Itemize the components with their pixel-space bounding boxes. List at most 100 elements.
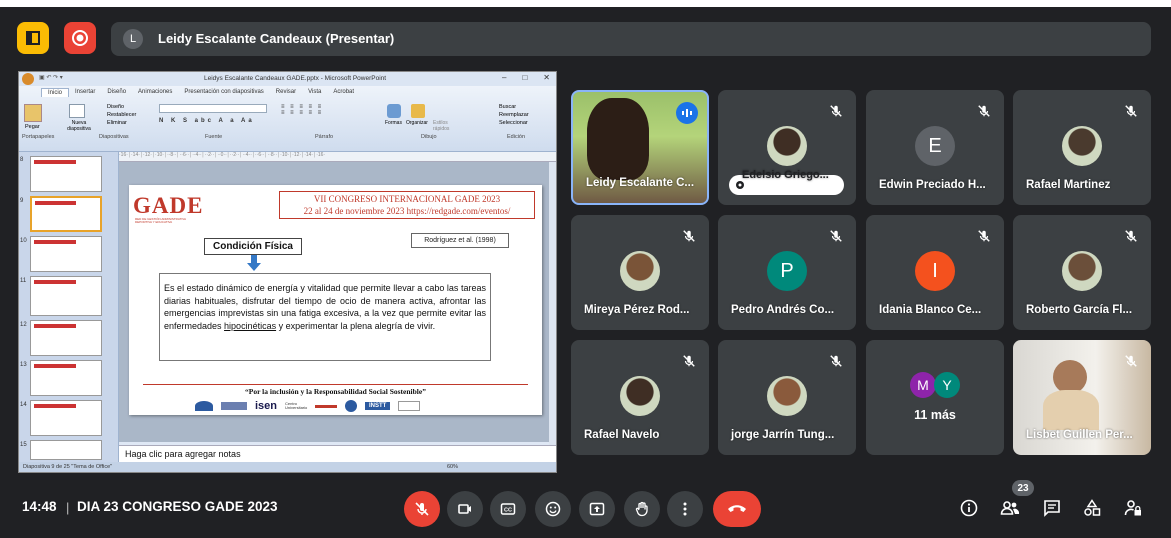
people-icon — [1000, 501, 1020, 515]
zoom-level[interactable]: 60% — [447, 464, 458, 470]
status-text: Diapositiva 9 de 25 "Tema de Office" — [23, 464, 113, 470]
participant-tile[interactable]: Lisbet Guillen Per... — [1013, 340, 1151, 455]
arrange-icon[interactable] — [411, 104, 425, 118]
tab-vista[interactable]: Vista — [302, 88, 327, 97]
sponsor-logo-icon — [345, 400, 358, 412]
office-button-icon[interactable] — [22, 73, 34, 85]
participant-tile[interactable]: E Edwin Preciado H... — [866, 90, 1004, 205]
mic-muted-badge — [678, 225, 700, 247]
presenter-avatar: L — [123, 29, 143, 49]
raise-hand-button[interactable] — [624, 491, 660, 527]
participant-tile[interactable]: Leidy Escalante C... — [571, 90, 709, 205]
sponsor-logo-icon — [315, 404, 338, 408]
paste-icon[interactable] — [24, 104, 42, 122]
reactions-button[interactable] — [535, 491, 571, 527]
present-button[interactable] — [579, 491, 615, 527]
ppt-titlebar: ▣ ↶ ↷ ▾ Leidys Escalante Candeaux GADE.p… — [19, 72, 556, 86]
slide-thumbnail[interactable] — [30, 440, 102, 460]
more-participants-tile[interactable]: M Y 11 más — [866, 340, 1004, 455]
arrange-label[interactable]: Organizar — [406, 120, 428, 126]
avatar: P — [767, 251, 807, 291]
slide-thumbnail-selected[interactable] — [30, 196, 102, 232]
tab-acrobat[interactable]: Acrobat — [327, 88, 360, 97]
activities-button[interactable] — [1081, 497, 1103, 519]
participant-name: Edelsio Griego... — [742, 169, 829, 181]
slide-canvas[interactable]: GADE RED DE GESTIÓN ADMINISTRATIVA DEPOR… — [129, 185, 542, 415]
mic-off-icon — [683, 355, 695, 367]
slide-thumbnail[interactable] — [30, 276, 102, 316]
avatar: M — [910, 372, 936, 398]
chat-button[interactable] — [1041, 497, 1063, 519]
presenting-label: Leidy Escalante Candeaux (Presentar) — [158, 31, 395, 46]
tab-diseno[interactable]: Diseño — [101, 88, 132, 97]
leave-call-button[interactable] — [713, 491, 761, 527]
participant-tile[interactable]: jorge Jarrín Tung... — [718, 340, 856, 455]
tab-inicio[interactable]: Inicio — [41, 88, 70, 97]
slide-thumbnail[interactable] — [30, 320, 102, 356]
hang-up-icon — [728, 505, 746, 512]
paste-label[interactable]: Pegar — [25, 124, 40, 130]
mic-muted-badge — [825, 100, 847, 122]
shapes-label[interactable]: Formas — [385, 120, 402, 126]
slide-workarea[interactable]: GADE RED DE GESTIÓN ADMINISTRATIVA DEPOR… — [119, 162, 556, 442]
shapes-icon[interactable] — [387, 104, 401, 118]
record-icon — [72, 30, 88, 46]
meeting-details-button[interactable] — [958, 497, 980, 519]
participant-tile[interactable]: Mireya Pérez Rod... — [571, 215, 709, 330]
notes-pane[interactable]: Haga clic para agregar notas — [119, 445, 556, 462]
tab-presentacion[interactable]: Presentación con diapositivas — [178, 88, 269, 97]
ribbon-tabs[interactable]: Inicio Insertar Diseño Animaciones Prese… — [41, 88, 360, 97]
mic-button[interactable] — [404, 491, 440, 527]
group-dibujo: Dibujo — [421, 134, 437, 140]
participant-tile[interactable]: P Pedro Andrés Co... — [718, 215, 856, 330]
host-controls-button[interactable] — [1122, 497, 1144, 519]
camera-button[interactable] — [447, 491, 483, 527]
down-arrow-icon — [247, 255, 261, 271]
participant-tile[interactable]: Edelsio Griego... — [718, 90, 856, 205]
new-slide-icon[interactable] — [69, 104, 85, 118]
participant-tile[interactable]: Rafael Martinez — [1013, 90, 1151, 205]
tab-animaciones[interactable]: Animaciones — [132, 88, 178, 97]
new-slide-label[interactable]: Nueva diapositiva — [63, 120, 95, 132]
select-button: Seleccionar — [499, 120, 528, 126]
avatar: Y — [934, 372, 960, 398]
mic-off-icon — [830, 230, 842, 242]
participant-tile[interactable]: I Idania Blanco Ce... — [866, 215, 1004, 330]
tab-insertar[interactable]: Insertar — [69, 88, 101, 97]
sponsor-logos: isen Centro Universitario INSTT — [195, 399, 485, 413]
participant-name: Mireya Pérez Rod... — [584, 304, 690, 316]
window-controls[interactable]: – □ ✕ — [502, 73, 550, 82]
sponsor-instt: INSTT — [365, 402, 391, 410]
shared-screen-powerpoint[interactable]: ▣ ↶ ↷ ▾ Leidys Escalante Candeaux GADE.p… — [18, 71, 557, 473]
panel-toggle-button[interactable] — [17, 22, 49, 54]
quick-styles-label[interactable]: Estilos rápidos — [433, 120, 459, 132]
record-button[interactable] — [64, 22, 96, 54]
people-button[interactable] — [999, 497, 1021, 519]
quick-access-icons[interactable]: ▣ ↶ ↷ ▾ — [39, 74, 63, 81]
participant-name-pill: Edelsio Griego... — [729, 169, 844, 195]
participant-tile[interactable]: Roberto García Fl... — [1013, 215, 1151, 330]
avatar: I — [915, 251, 955, 291]
slide-thumbnails[interactable]: 8 9 10 11 12 13 14 15 — [19, 152, 119, 462]
group-edicion: Edición — [507, 134, 526, 140]
mic-off-icon — [1125, 355, 1137, 367]
font-format-buttons[interactable]: N K S abc A a Aa — [159, 118, 255, 124]
editing-group[interactable]: Buscar Reemplazar Seleccionar — [499, 103, 529, 127]
slide-thumbnail[interactable] — [30, 236, 102, 272]
participant-tile[interactable]: Rafael Navelo — [571, 340, 709, 455]
font-name-box[interactable] — [159, 104, 267, 113]
sponsor-logo-icon — [195, 401, 213, 411]
slide-thumbnail[interactable] — [30, 360, 102, 396]
sponsor-isen: isen — [255, 400, 278, 412]
tab-revisar[interactable]: Revisar — [270, 88, 302, 97]
slide-thumbnail[interactable] — [30, 400, 102, 436]
mic-off-icon — [1125, 105, 1137, 117]
avatar — [767, 126, 807, 166]
captions-button[interactable]: CC — [490, 491, 526, 527]
vertical-scrollbar[interactable] — [549, 162, 556, 445]
slide-thumbnail[interactable] — [30, 156, 102, 192]
paragraph-buttons[interactable]: ≡ ≡ ≡ ≡ ≡ ≡ ≡ ≡ ≡ ≡ — [281, 104, 361, 126]
more-options-button[interactable] — [667, 491, 703, 527]
slides-group[interactable]: Diseño Restablecer Eliminar — [107, 103, 136, 127]
sponsor-logo-icon — [221, 402, 247, 410]
